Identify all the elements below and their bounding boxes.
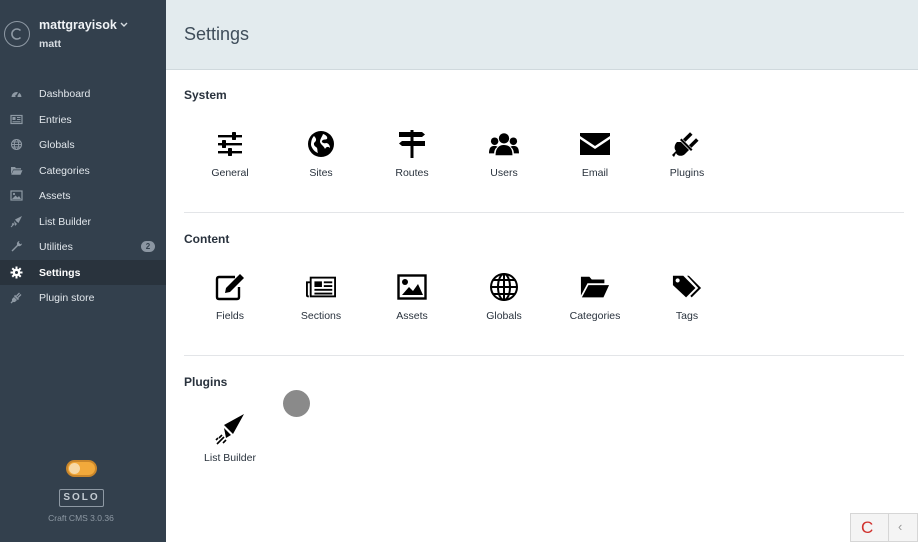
nav-label: Globals — [39, 139, 75, 151]
edit-icon — [215, 272, 245, 302]
version-text: Craft CMS 3.0.36 — [48, 513, 114, 523]
chevron-left-icon[interactable]: ‹ — [898, 519, 902, 534]
main-nav: Dashboard Entries Globals Categories Ass… — [0, 81, 166, 311]
sliders-icon — [215, 129, 245, 159]
tile-label: Email — [581, 167, 609, 179]
section-divider — [184, 355, 904, 356]
craft-debug-icon[interactable]: C — [861, 518, 873, 538]
tile-fields[interactable]: Fields — [191, 272, 269, 334]
nav-item-settings[interactable]: Settings — [0, 259, 166, 285]
toggle-knob — [69, 463, 80, 474]
signpost-icon — [397, 129, 427, 159]
user-menu[interactable]: mattgrayisok matt — [0, 14, 166, 54]
nav-item-assets[interactable]: Assets — [0, 183, 166, 209]
section-content: Content Fields Sections Assets Globals C… — [184, 232, 904, 344]
nav-label: Entries — [39, 113, 72, 126]
nav-label: Utilities — [39, 241, 73, 253]
section-title: Content — [184, 232, 230, 246]
globe-wire-icon — [489, 272, 519, 302]
section-title: Plugins — [184, 375, 228, 389]
mouse-cursor-indicator — [283, 390, 310, 417]
tile-sections[interactable]: Sections — [282, 272, 360, 334]
section-system: System General Sites Routes Users Email … — [184, 88, 904, 200]
newspaper-icon — [306, 272, 336, 302]
gear-icon — [10, 266, 23, 279]
tile-assets[interactable]: Assets — [373, 272, 451, 334]
plug-icon — [672, 129, 702, 159]
user-username: matt — [39, 38, 62, 50]
envelope-icon — [580, 129, 610, 159]
tile-email[interactable]: Email — [556, 129, 634, 191]
globe-icon — [10, 138, 23, 151]
page-header: Settings — [166, 0, 918, 70]
nav-item-plugin-store[interactable]: Plugin store — [0, 285, 166, 311]
paper-plane-icon — [215, 414, 245, 445]
image-icon — [397, 272, 427, 302]
globe-icon — [306, 129, 336, 159]
edition-badge[interactable]: SOLO — [59, 489, 104, 507]
edition-toggle[interactable] — [66, 460, 97, 477]
tile-label: Routes — [395, 167, 429, 179]
user-name[interactable]: mattgrayisok — [39, 18, 128, 32]
tile-label: Sites — [309, 167, 333, 179]
tile-label: Fields — [215, 310, 244, 322]
tile-label: Assets — [396, 310, 428, 322]
utilities-badge: 2 — [141, 241, 155, 252]
page-title: Settings — [184, 24, 250, 44]
nav-item-categories[interactable]: Categories — [0, 158, 166, 184]
users-icon — [489, 129, 519, 159]
nav-item-utilities[interactable]: Utilities 2 — [0, 234, 166, 260]
folder-open-icon — [580, 272, 610, 302]
settings-main: System General Sites Routes Users Email … — [166, 70, 918, 542]
folder-icon — [10, 164, 23, 177]
nav-label: Plugin store — [39, 292, 95, 304]
nav-item-list-builder[interactable]: List Builder — [0, 209, 166, 235]
tile-label: Sections — [300, 310, 342, 322]
image-icon — [10, 189, 23, 202]
nav-label: Dashboard — [39, 88, 91, 100]
nav-item-globals[interactable]: Globals — [0, 132, 166, 158]
dashboard-icon — [10, 87, 23, 100]
tile-label: List Builder — [204, 452, 256, 464]
user-name-text: mattgrayisok — [39, 18, 117, 32]
wrench-icon — [10, 240, 23, 253]
nav-label: List Builder — [39, 215, 91, 228]
tile-tags[interactable]: Tags — [648, 272, 726, 334]
tile-users[interactable]: Users — [465, 129, 543, 191]
tile-label: Tags — [675, 310, 699, 322]
tile-categories[interactable]: Categories — [556, 272, 634, 334]
tile-globals[interactable]: Globals — [465, 272, 543, 334]
nav-label: Categories — [39, 164, 90, 177]
nav-label: Settings — [39, 266, 81, 279]
tile-sites[interactable]: Sites — [282, 129, 360, 191]
craft-logo-icon — [4, 21, 30, 47]
section-title: System — [184, 88, 227, 102]
entries-icon — [10, 113, 23, 126]
toolbar-separator — [888, 514, 889, 542]
tile-routes[interactable]: Routes — [373, 129, 451, 191]
chevron-down-icon — [120, 22, 128, 27]
tags-icon — [672, 272, 702, 302]
debug-toolbar[interactable]: C ‹ — [850, 513, 918, 542]
section-divider — [184, 212, 904, 213]
nav-label: Assets — [39, 190, 71, 202]
sidebar: mattgrayisok matt Dashboard Entries Glob… — [0, 0, 166, 542]
paper-plane-icon — [10, 215, 23, 228]
tile-label: Globals — [486, 310, 522, 322]
nav-item-dashboard[interactable]: Dashboard — [0, 81, 166, 107]
tile-label: General — [211, 167, 249, 179]
tile-general[interactable]: General — [191, 129, 269, 191]
tile-label: Plugins — [669, 167, 705, 179]
tile-label: Users — [490, 167, 518, 179]
tile-label: Categories — [569, 310, 621, 322]
plug-icon — [10, 291, 23, 304]
tile-list-builder[interactable]: List Builder — [191, 414, 269, 476]
tile-plugins[interactable]: Plugins — [648, 129, 726, 191]
nav-item-entries[interactable]: Entries — [0, 107, 166, 133]
